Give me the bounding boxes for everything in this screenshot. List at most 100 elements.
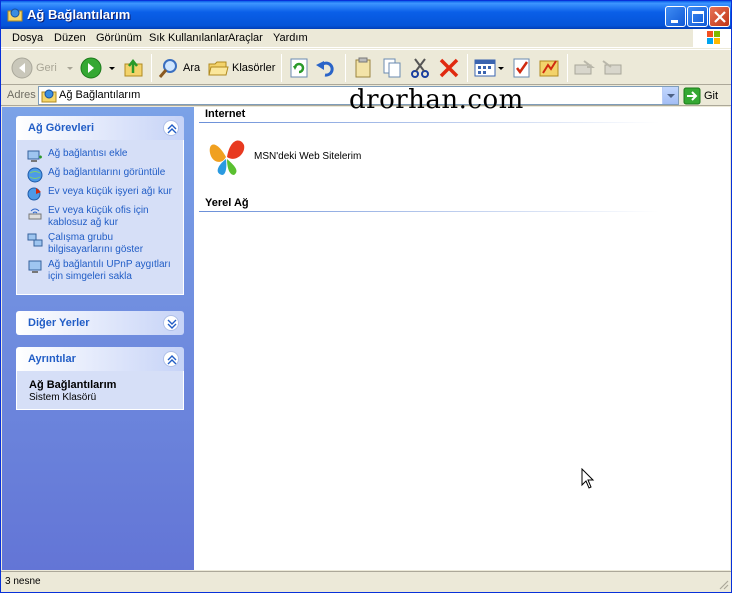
chevron-down-icon [667, 94, 675, 98]
view-connections-icon [27, 167, 43, 183]
collapse-chevron-icon[interactable] [163, 120, 179, 136]
collapse-chevron-icon[interactable] [163, 351, 179, 367]
details-panel: Ayrıntılar Ağ Bağlantılarım Sistem Klasö… [16, 347, 184, 410]
workgroup-icon [27, 233, 43, 247]
maximize-icon [692, 11, 704, 23]
toolbar-separator [151, 54, 152, 82]
mouse-cursor-icon [581, 468, 595, 489]
task-workgroup[interactable]: Çalışma grubu bilgisayarlarını göster [27, 232, 175, 256]
up-folder-button[interactable] [123, 55, 145, 81]
network-tasks-panel: Ağ Görevleri Ağ bağlantısı ekle Ağ bağla… [16, 116, 184, 295]
menu-tools[interactable]: Araçlar [228, 32, 263, 44]
details-type: Sistem Klasörü [29, 392, 97, 403]
details-body: Ağ Bağlantılarım Sistem Klasörü [16, 371, 184, 410]
windows-flag-icon [707, 31, 720, 44]
move-to-icon [355, 57, 371, 78]
undo-icon [316, 61, 334, 77]
history-icon [539, 60, 559, 77]
group-header-internet: Internet [205, 108, 246, 120]
address-dropdown-button[interactable] [662, 87, 678, 104]
menu-view[interactable]: Görünüm [96, 32, 142, 44]
network-tasks-body: Ağ bağlantısı ekle Ağ bağlantılarını gör… [16, 140, 184, 295]
details-header[interactable]: Ayrıntılar [16, 347, 184, 371]
network-folder-icon [41, 89, 57, 103]
group-header-local: Yerel Ağ [205, 197, 249, 209]
status-text: 3 nesne [5, 576, 41, 587]
menu-file[interactable]: Dosya [12, 32, 43, 44]
task-add-connection[interactable]: Ağ bağlantısı ekle [27, 148, 175, 164]
menu-bar: Dosya Düzen Görünüm Sık Kullanılanlar Ar… [1, 29, 731, 48]
minimize-icon [671, 20, 678, 23]
menu-edit[interactable]: Düzen [54, 32, 86, 44]
close-button[interactable] [709, 6, 730, 27]
close-icon [714, 11, 726, 23]
search-icon [158, 59, 177, 78]
task-view-connections[interactable]: Ağ bağlantılarını görüntüle [27, 167, 175, 183]
folders-icon [208, 61, 229, 76]
windows-logo [693, 29, 731, 48]
network-folder-icon [7, 8, 23, 22]
disconnect-drive-button[interactable] [601, 55, 623, 81]
back-arrow-icon [11, 57, 33, 79]
forward-button[interactable] [80, 55, 117, 81]
menu-favorites[interactable]: Sık Kullanılanlar [149, 32, 229, 44]
wireless-icon [28, 208, 42, 220]
back-button[interactable]: Geri [11, 55, 75, 81]
minimize-button[interactable] [665, 6, 686, 27]
details-name: Ağ Bağlantılarım [29, 379, 117, 391]
delete-button[interactable] [438, 55, 460, 81]
explorer-window: Ağ Bağlantılarım Dosya Düzen Görünüm Sık… [0, 0, 732, 593]
resize-grip-icon[interactable] [717, 578, 729, 590]
home-network-icon [27, 187, 41, 201]
task-home-network[interactable]: Ev veya küçük işyeri ağı kur [27, 186, 175, 202]
toolbar-separator [345, 54, 346, 82]
properties-check-icon [513, 58, 530, 78]
toolbar-separator [281, 54, 282, 82]
properties-button[interactable] [511, 55, 533, 81]
move-to-button[interactable] [352, 55, 374, 81]
watermark-text: drorhan.com [349, 85, 524, 115]
upnp-icon [28, 260, 42, 273]
cut-button[interactable] [409, 55, 431, 81]
chevron-down-icon [66, 67, 73, 70]
expand-chevron-icon[interactable] [163, 315, 179, 331]
map-drive-button[interactable] [573, 55, 595, 81]
history-button[interactable] [538, 55, 560, 81]
refresh-icon [290, 58, 308, 78]
undo-button[interactable] [315, 55, 337, 81]
chevron-down-icon [498, 67, 504, 70]
group-divider [199, 122, 659, 123]
content-pane[interactable]: drorhan.com Internet MSN'deki Web Sitele… [194, 85, 730, 570]
network-tasks-header[interactable]: Ağ Görevleri [16, 116, 184, 140]
toolbar-separator [567, 54, 568, 82]
address-label: Adres [7, 89, 36, 101]
group-divider [199, 211, 659, 212]
copy-to-icon [383, 58, 401, 78]
msn-web-sites-item[interactable]: MSN'deki Web Sitelerim [206, 135, 361, 177]
menu-help[interactable]: Yardım [273, 32, 308, 44]
address-value: Ağ Bağlantılarım [59, 89, 141, 101]
msn-item-label: MSN'deki Web Sitelerim [254, 150, 362, 162]
folders-button[interactable]: Klasörler [207, 55, 275, 81]
other-places-header[interactable]: Diğer Yerler [16, 311, 184, 335]
chevron-down-icon [109, 67, 115, 70]
delete-x-icon [439, 58, 459, 78]
task-pane: Ağ Görevleri Ağ bağlantısı ekle Ağ bağla… [2, 107, 194, 570]
go-button[interactable]: Git [683, 86, 718, 105]
title-bar[interactable]: Ağ Bağlantılarım [1, 1, 731, 29]
go-arrow-icon [683, 87, 701, 104]
views-button[interactable] [474, 55, 505, 81]
task-wireless-network[interactable]: Ev veya küçük ofis için kablosuz ağ kur [27, 205, 175, 229]
standard-toolbar: Geri Ara Klasörler [1, 49, 731, 85]
task-upnp-icons[interactable]: Ağ bağlantılı UPnP aygıtları için simgel… [27, 259, 175, 283]
search-button[interactable]: Ara [158, 55, 200, 81]
refresh-button[interactable] [288, 55, 310, 81]
disconnect-drive-icon [602, 60, 622, 75]
add-connection-icon [27, 150, 42, 162]
other-places-panel: Diğer Yerler [16, 311, 184, 335]
msn-butterfly-icon [209, 140, 245, 175]
toolbar-separator [467, 54, 468, 82]
copy-to-button[interactable] [381, 55, 403, 81]
maximize-button[interactable] [687, 6, 708, 27]
views-icon [474, 59, 496, 77]
